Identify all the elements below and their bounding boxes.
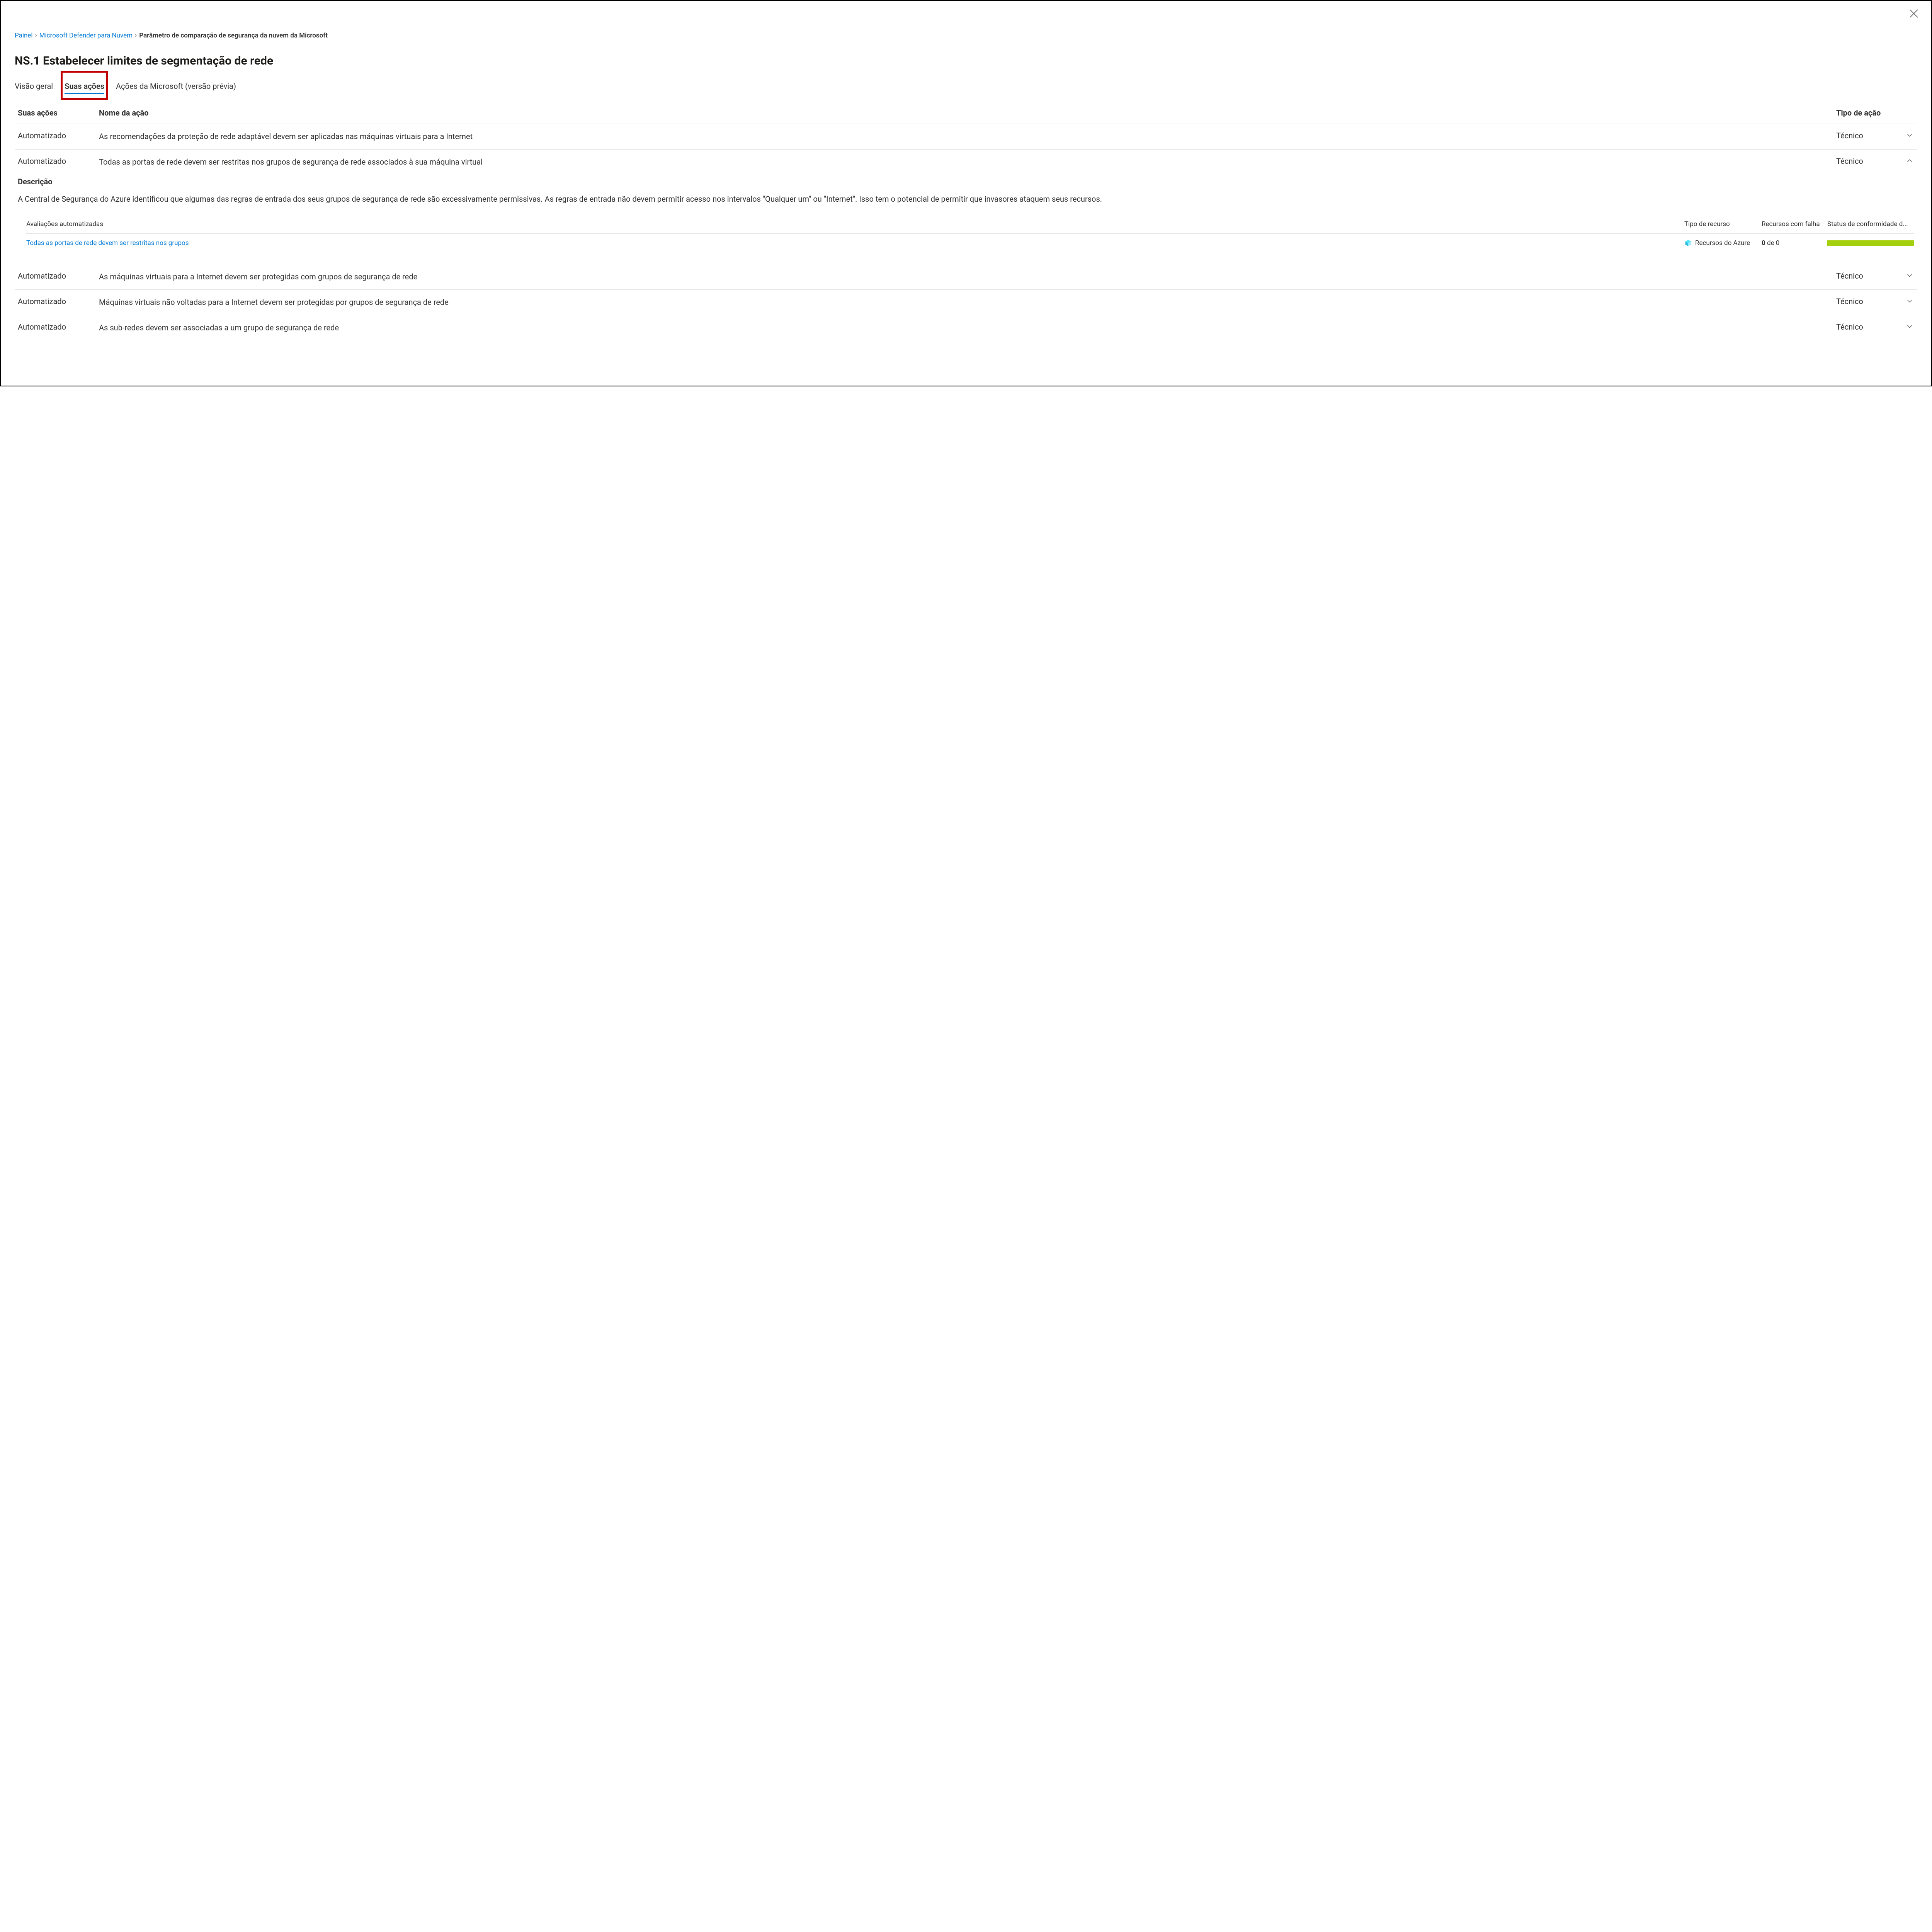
row-name: Máquinas virtuais não voltadas para a In…	[99, 297, 1836, 308]
row-actions: Automatizado	[18, 271, 99, 281]
assess-col-failed: Recursos com falha	[1762, 220, 1827, 228]
azure-resource-icon	[1684, 239, 1692, 247]
assessment-row[interactable]: Todas as portas de rede devem ser restri…	[26, 233, 1914, 252]
assessments-table: Avaliações automatizadas Tipo de recurso…	[18, 220, 1914, 252]
breadcrumb-link-painel[interactable]: Painel	[15, 32, 33, 39]
panel: Painel › Microsoft Defender para Nuvem ›…	[0, 0, 1932, 386]
detail-text: A Central de Segurança do Azure identifi…	[18, 193, 1914, 205]
breadcrumb-current: Parâmetro de comparação de segurança da …	[139, 32, 328, 39]
chevron-right-icon: ›	[135, 32, 137, 39]
column-header-actions: Suas ações	[18, 108, 99, 117]
assess-col-name: Avaliações automatizadas	[26, 220, 1684, 228]
action-row[interactable]: Automatizado As sub-redes devem ser asso…	[15, 315, 1917, 340]
close-button[interactable]	[1908, 8, 1920, 19]
action-row[interactable]: Automatizado Todas as portas de rede dev…	[15, 149, 1917, 175]
table-header: Suas ações Nome da ação Tipo de ação	[15, 105, 1917, 124]
row-type: Técnico	[1836, 131, 1902, 140]
assessment-resource-type-label: Recursos do Azure	[1695, 239, 1750, 247]
breadcrumb-link-defender[interactable]: Microsoft Defender para Nuvem	[39, 32, 133, 39]
row-type: Técnico	[1836, 297, 1902, 306]
row-name: As sub-redes devem ser associadas a um g…	[99, 322, 1836, 333]
row-detail: Descrição A Central de Segurança do Azur…	[15, 175, 1917, 264]
action-row[interactable]: Automatizado As recomendações da proteçã…	[15, 124, 1917, 149]
chevron-down-icon	[1902, 131, 1917, 141]
row-name: Todas as portas de rede devem ser restri…	[99, 156, 1836, 168]
assessments-header: Avaliações automatizadas Tipo de recurso…	[26, 220, 1914, 233]
row-type: Técnico	[1836, 271, 1902, 281]
assessment-compliance-status	[1827, 240, 1914, 246]
action-row[interactable]: Automatizado As máquinas virtuais para a…	[15, 264, 1917, 289]
row-type: Técnico	[1836, 156, 1902, 166]
assess-col-resource-type: Tipo de recurso	[1684, 220, 1762, 228]
assess-col-compliance: Status de conformidade d...	[1827, 220, 1914, 228]
tab-ms-actions[interactable]: Ações da Microsoft (versão prévia)	[116, 82, 236, 94]
chevron-down-icon	[1902, 297, 1917, 307]
chevron-down-icon	[1902, 271, 1917, 282]
column-header-name: Nome da ação	[99, 108, 1836, 117]
breadcrumb: Painel › Microsoft Defender para Nuvem ›…	[15, 32, 1917, 39]
row-actions: Automatizado	[18, 156, 99, 166]
tabs: Visão geral Suas ações Ações da Microsof…	[15, 82, 1917, 94]
assessment-resource-type: Recursos do Azure	[1684, 239, 1762, 247]
chevron-up-icon	[1902, 156, 1917, 167]
row-actions: Automatizado	[18, 297, 99, 306]
tab-overview[interactable]: Visão geral	[15, 82, 53, 94]
row-name: As máquinas virtuais para a Internet dev…	[99, 271, 1836, 282]
compliance-bar	[1827, 240, 1914, 246]
row-actions: Automatizado	[18, 322, 99, 332]
chevron-right-icon: ›	[35, 32, 37, 39]
assessment-failed-count: 0 de 0	[1762, 239, 1827, 247]
row-type: Técnico	[1836, 322, 1902, 332]
row-actions: Automatizado	[18, 131, 99, 140]
column-header-type: Tipo de ação	[1836, 108, 1902, 117]
action-row[interactable]: Automatizado Máquinas virtuais não volta…	[15, 289, 1917, 315]
chevron-down-icon	[1902, 322, 1917, 333]
page-title: NS.1 Estabelecer limites de segmentação …	[15, 54, 1917, 68]
detail-heading: Descrição	[18, 177, 1914, 186]
row-name: As recomendações da proteção de rede ada…	[99, 131, 1836, 142]
tab-your-actions[interactable]: Suas ações	[65, 82, 104, 94]
close-icon	[1908, 8, 1920, 19]
assessment-link[interactable]: Todas as portas de rede devem ser restri…	[26, 239, 1684, 247]
